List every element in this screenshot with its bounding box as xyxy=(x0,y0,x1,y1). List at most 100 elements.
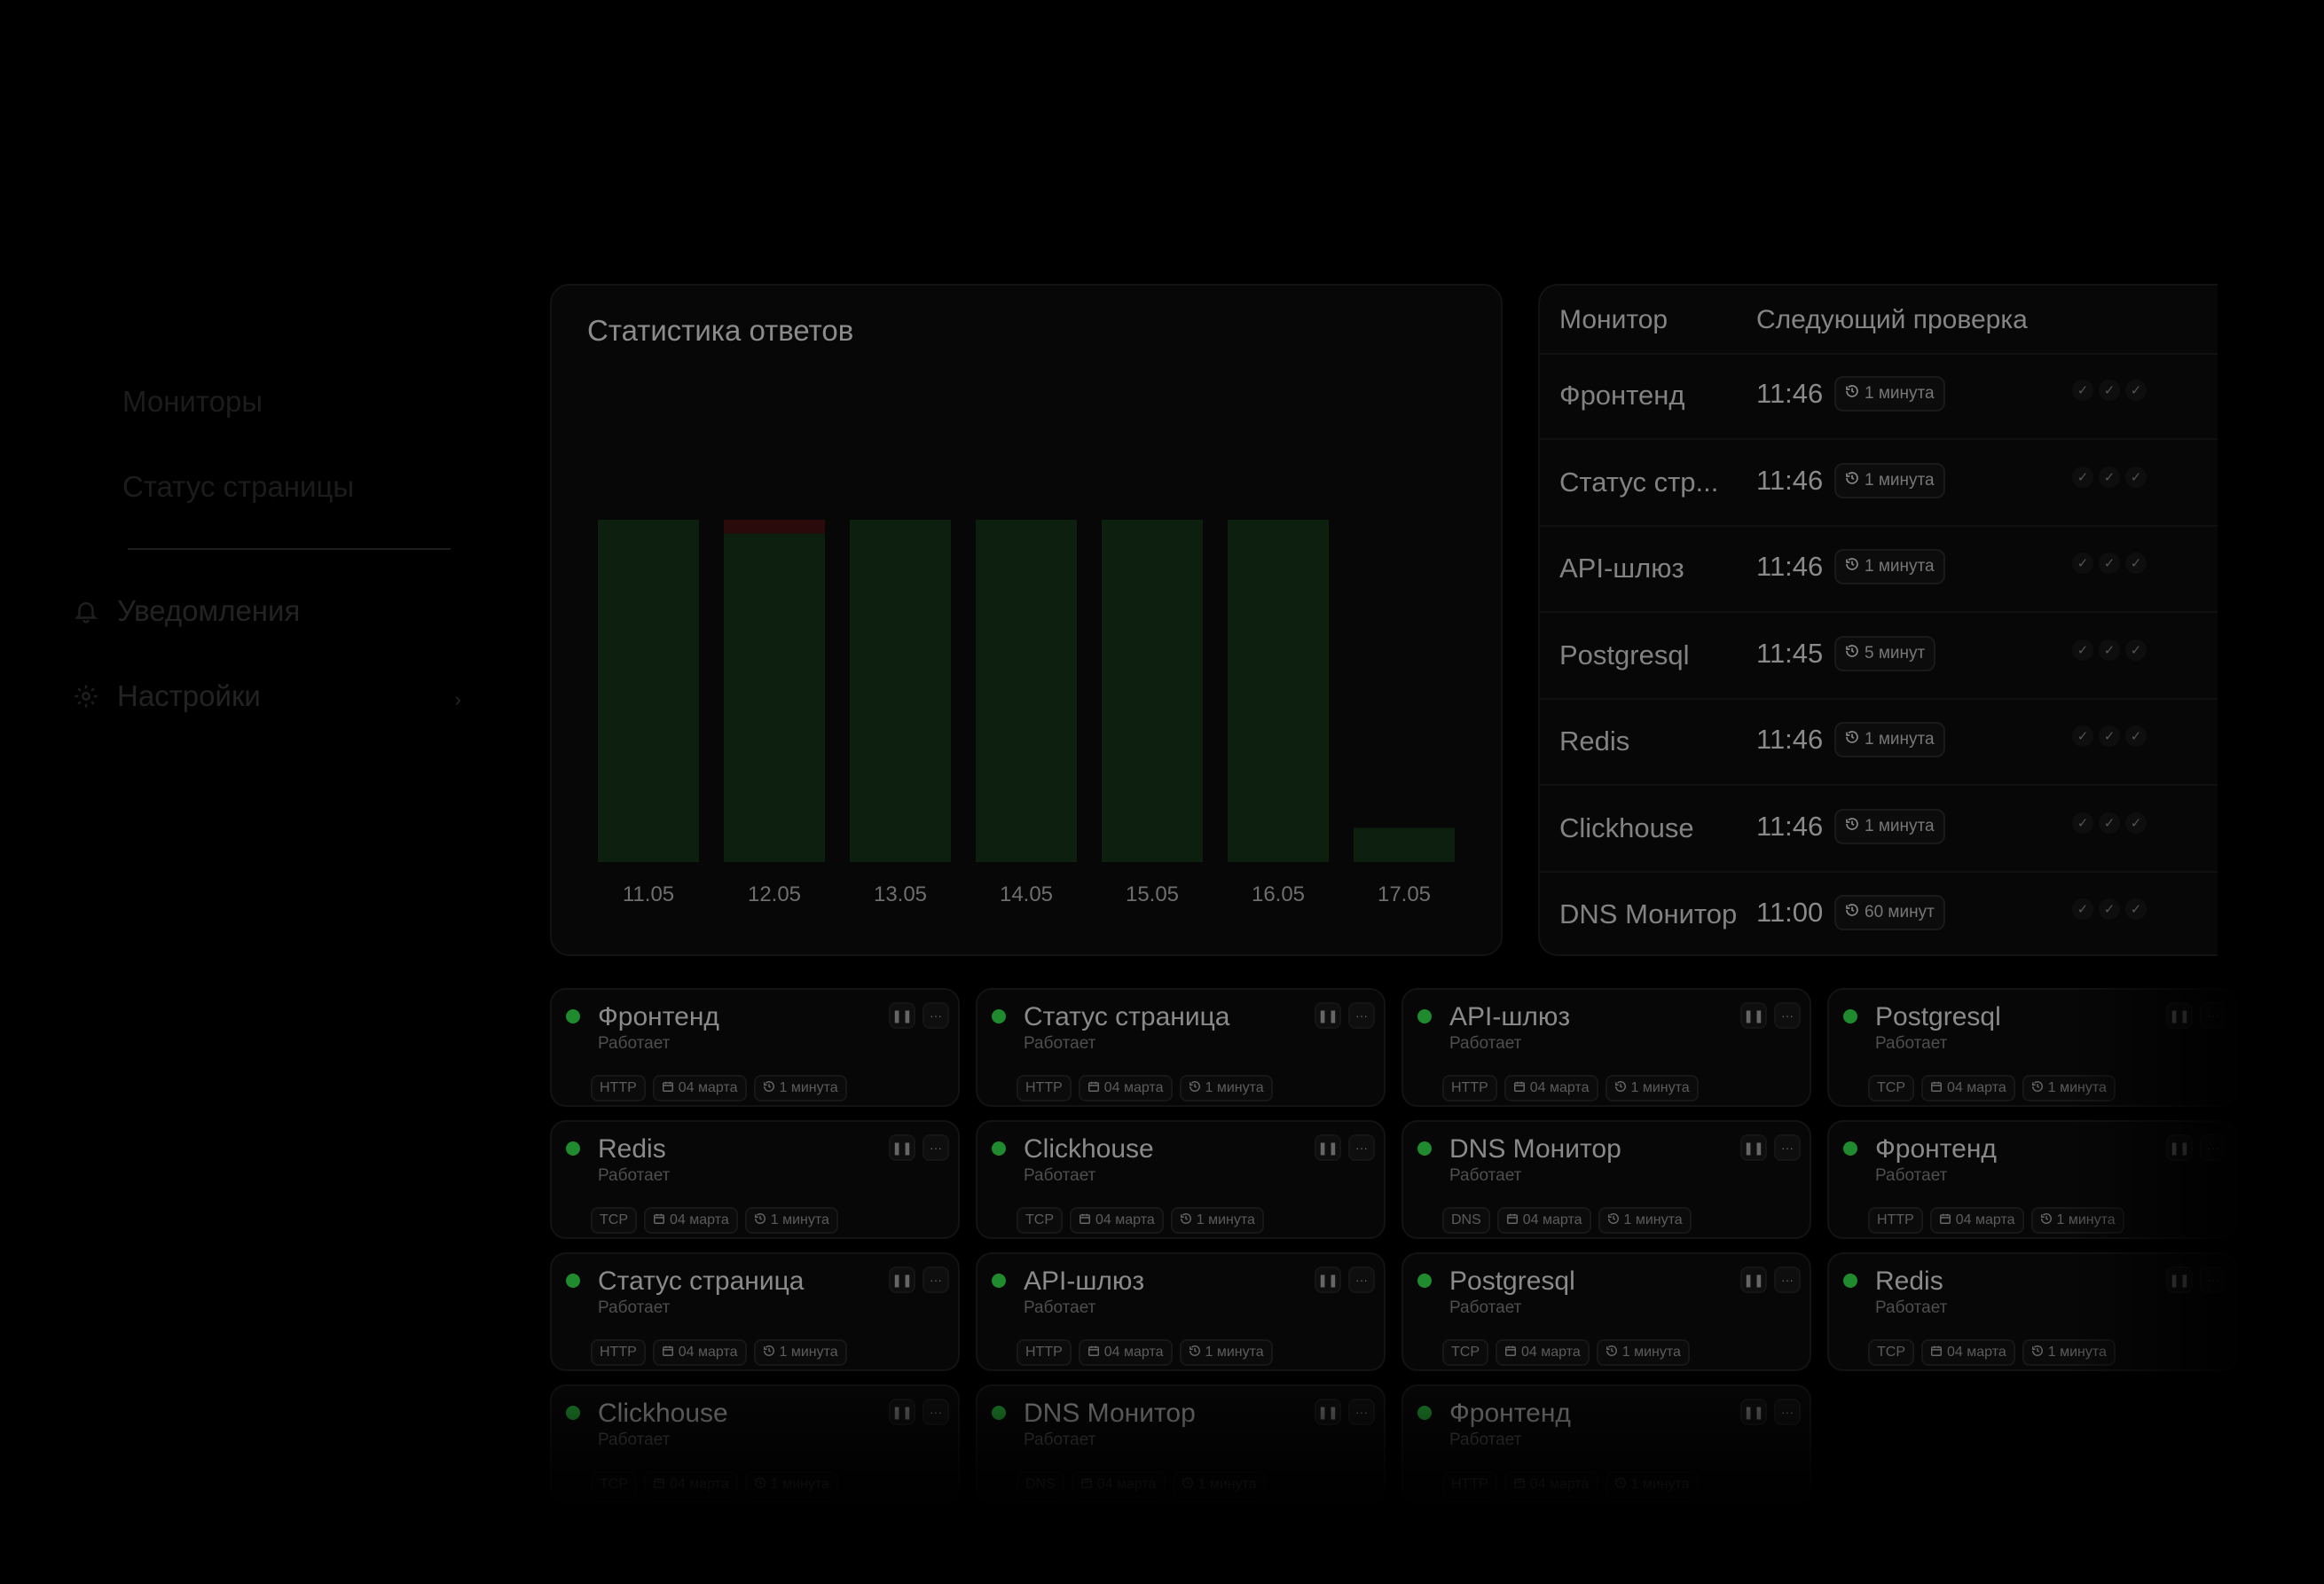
pause-button[interactable]: ❚❚ xyxy=(2166,1002,2193,1029)
monitor-card[interactable]: API-шлюз Работает ❚❚ ··· HTTP 04 марта 1 минут… xyxy=(976,1252,1386,1371)
interval-badge: 1 минута xyxy=(1834,376,1945,412)
sidebar-item-monitors[interactable]: Мониторы xyxy=(122,385,263,419)
table-row[interactable]: Статус стр... 11:46 1 минута ✓ ✓ ✓ xyxy=(1540,440,2218,527)
more-options-button[interactable]: ··· xyxy=(923,1399,949,1425)
column-header-next-check[interactable]: Следующий проверка xyxy=(1756,305,2028,335)
card-tags: HTTP 04 марта 1 минута xyxy=(1442,1471,1699,1498)
interval-badge: 1 минута xyxy=(1834,808,1945,844)
more-options-button[interactable]: ··· xyxy=(1348,1002,1375,1029)
interval-text: 1 минута xyxy=(2056,1212,2116,1227)
sidebar-item-status-page[interactable]: Статус страницы xyxy=(122,470,354,504)
next-check-time: 11:46 xyxy=(1756,464,1824,496)
monitor-card[interactable]: DNS Монитор Работает ❚❚ ··· DNS 04 марта 1 мин… xyxy=(976,1384,1386,1503)
bar-ok-11.05[interactable] xyxy=(598,520,699,862)
history-icon xyxy=(1607,1212,1620,1229)
interval-tag: 1 минута xyxy=(1605,1075,1699,1102)
sidebar-item-settings[interactable]: Настройки xyxy=(71,679,261,713)
monitor-card[interactable]: Фронтенд Работает ❚❚ ··· HTTP 04 марта 1 минут… xyxy=(550,988,960,1107)
pause-button[interactable]: ❚❚ xyxy=(889,1399,915,1425)
monitor-card[interactable]: DNS Монитор Работает ❚❚ ··· DNS 04 марта 1 мин… xyxy=(1401,1120,1811,1239)
status-dot xyxy=(992,1406,1006,1420)
chevron-right-icon[interactable]: › xyxy=(455,688,461,711)
x-tick-label: 11.05 xyxy=(623,882,674,906)
monitor-card[interactable]: Clickhouse Работает ❚❚ ··· TCP 04 марта 1 мину… xyxy=(550,1384,960,1503)
monitor-card[interactable]: Статус страница Работает ❚❚ ··· HTTP 04 марта… xyxy=(550,1252,960,1371)
date-tag: 04 марта xyxy=(1496,1339,1590,1366)
table-row[interactable]: Postgresql 11:45 5 минут ✓ ✓ ✓ xyxy=(1540,613,2218,700)
date-tag: 04 марта xyxy=(1070,1207,1164,1234)
pause-button[interactable]: ❚❚ xyxy=(889,1134,915,1161)
interval-tag: 1 минута xyxy=(744,1471,838,1498)
response-stats-panel: Статистика ответов 11.05 12.05 13.05 14.05 1… xyxy=(550,284,1503,956)
card-status: Работает xyxy=(1449,1166,1522,1185)
pause-button[interactable]: ❚❚ xyxy=(1315,1266,1341,1293)
check-icon: ✓ xyxy=(2099,898,2120,920)
calendar-icon xyxy=(1080,1477,1093,1494)
more-options-button[interactable]: ··· xyxy=(2200,1266,2226,1293)
pause-button[interactable]: ❚❚ xyxy=(2166,1134,2193,1161)
check-icon: ✓ xyxy=(2072,812,2093,834)
monitor-card[interactable]: Postgresql Работает ❚❚ ··· TCP 04 марта 1 мину… xyxy=(1401,1252,1811,1371)
monitor-table: Монитор Следующий проверка Фронтенд 11:46… xyxy=(1538,284,2218,956)
pause-button[interactable]: ❚❚ xyxy=(1740,1134,1767,1161)
pause-button[interactable]: ❚❚ xyxy=(1315,1134,1341,1161)
interval-text: 1 минута xyxy=(1205,1080,1264,1095)
more-options-button[interactable]: ··· xyxy=(1774,1266,1801,1293)
bar-ok-17.05[interactable] xyxy=(1354,827,1455,862)
pause-button[interactable]: ❚❚ xyxy=(889,1266,915,1293)
more-options-button[interactable]: ··· xyxy=(2200,1134,2226,1161)
table-row[interactable]: DNS Монитор 11:00 60 минут ✓ ✓ ✓ xyxy=(1540,872,2218,954)
table-row[interactable]: Clickhouse 11:46 1 минута ✓ ✓ ✓ xyxy=(1540,786,2218,873)
more-options-button[interactable]: ··· xyxy=(1348,1266,1375,1293)
check-icon: ✓ xyxy=(2099,380,2120,401)
sidebar-item-notifications[interactable]: Уведомления xyxy=(71,594,300,628)
pause-button[interactable]: ❚❚ xyxy=(1315,1399,1341,1425)
monitor-card[interactable]: Redis Работает ❚❚ ··· TCP 04 марта 1 минута xyxy=(1827,1252,2237,1371)
monitor-card[interactable]: Redis Работает ❚❚ ··· TCP 04 марта 1 минута xyxy=(550,1120,960,1239)
more-options-button[interactable]: ··· xyxy=(1348,1134,1375,1161)
monitor-card[interactable]: Фронтенд Работает ❚❚ ··· HTTP 04 марта 1 минут… xyxy=(1401,1384,1811,1503)
calendar-icon xyxy=(653,1477,665,1494)
table-row[interactable]: Фронтенд 11:46 1 минута ✓ ✓ ✓ xyxy=(1540,353,2218,440)
table-row[interactable]: API-шлюз 11:46 1 минута ✓ ✓ ✓ xyxy=(1540,526,2218,613)
date-tag: 04 марта xyxy=(644,1207,738,1234)
protocol-tag: HTTP xyxy=(1868,1207,1923,1234)
monitor-card[interactable]: Статус страница Работает ❚❚ ··· HTTP 04 марта… xyxy=(976,988,1386,1107)
more-options-button[interactable]: ··· xyxy=(923,1134,949,1161)
bar-ok-12.05[interactable] xyxy=(724,533,825,862)
more-options-button[interactable]: ··· xyxy=(1348,1399,1375,1425)
monitor-card[interactable]: Фронтенд Работает ❚❚ ··· HTTP 04 марта 1 минут… xyxy=(1827,1120,2237,1239)
more-options-button[interactable]: ··· xyxy=(2200,1002,2226,1029)
more-options-button[interactable]: ··· xyxy=(1774,1399,1801,1425)
recent-checks: ✓ ✓ ✓ xyxy=(2072,725,2147,747)
x-tick-label: 16.05 xyxy=(1252,882,1305,906)
bar-ok-13.05[interactable] xyxy=(850,520,951,862)
pause-button[interactable]: ❚❚ xyxy=(1740,1002,1767,1029)
history-icon xyxy=(1189,1080,1201,1097)
date-text: 04 марта xyxy=(1529,1477,1590,1492)
more-options-button[interactable]: ··· xyxy=(923,1266,949,1293)
more-options-button[interactable]: ··· xyxy=(1774,1002,1801,1029)
monitor-card[interactable]: Clickhouse Работает ❚❚ ··· TCP 04 марта 1 мину… xyxy=(976,1120,1386,1239)
bar-ok-15.05[interactable] xyxy=(1102,520,1203,862)
pause-button[interactable]: ❚❚ xyxy=(1740,1266,1767,1293)
pause-button[interactable]: ❚❚ xyxy=(1740,1399,1767,1425)
pause-button[interactable]: ❚❚ xyxy=(1315,1002,1341,1029)
pause-button[interactable]: ❚❚ xyxy=(889,1002,915,1029)
check-icon: ✓ xyxy=(2125,553,2147,574)
column-header-monitor[interactable]: Монитор xyxy=(1559,305,1668,335)
card-title: Redis xyxy=(598,1134,666,1164)
bar-ok-16.05[interactable] xyxy=(1228,520,1329,862)
x-tick-label: 12.05 xyxy=(748,882,801,906)
date-tag: 04 марта xyxy=(1921,1339,2015,1366)
date-text: 04 марта xyxy=(678,1345,738,1360)
pause-button[interactable]: ❚❚ xyxy=(2166,1266,2193,1293)
bar-ok-14.05[interactable] xyxy=(976,520,1077,862)
monitor-card[interactable]: API-шлюз Работает ❚❚ ··· HTTP 04 марта 1 минут… xyxy=(1401,988,1811,1107)
more-options-button[interactable]: ··· xyxy=(1774,1134,1801,1161)
monitor-card[interactable]: Postgresql Работает ❚❚ ··· TCP 04 марта 1 мину… xyxy=(1827,988,2237,1107)
history-icon xyxy=(1845,817,1859,836)
table-row[interactable]: Redis 11:46 1 минута ✓ ✓ ✓ xyxy=(1540,699,2218,786)
more-options-button[interactable]: ··· xyxy=(923,1002,949,1029)
bar-error-12.05[interactable] xyxy=(724,520,825,534)
